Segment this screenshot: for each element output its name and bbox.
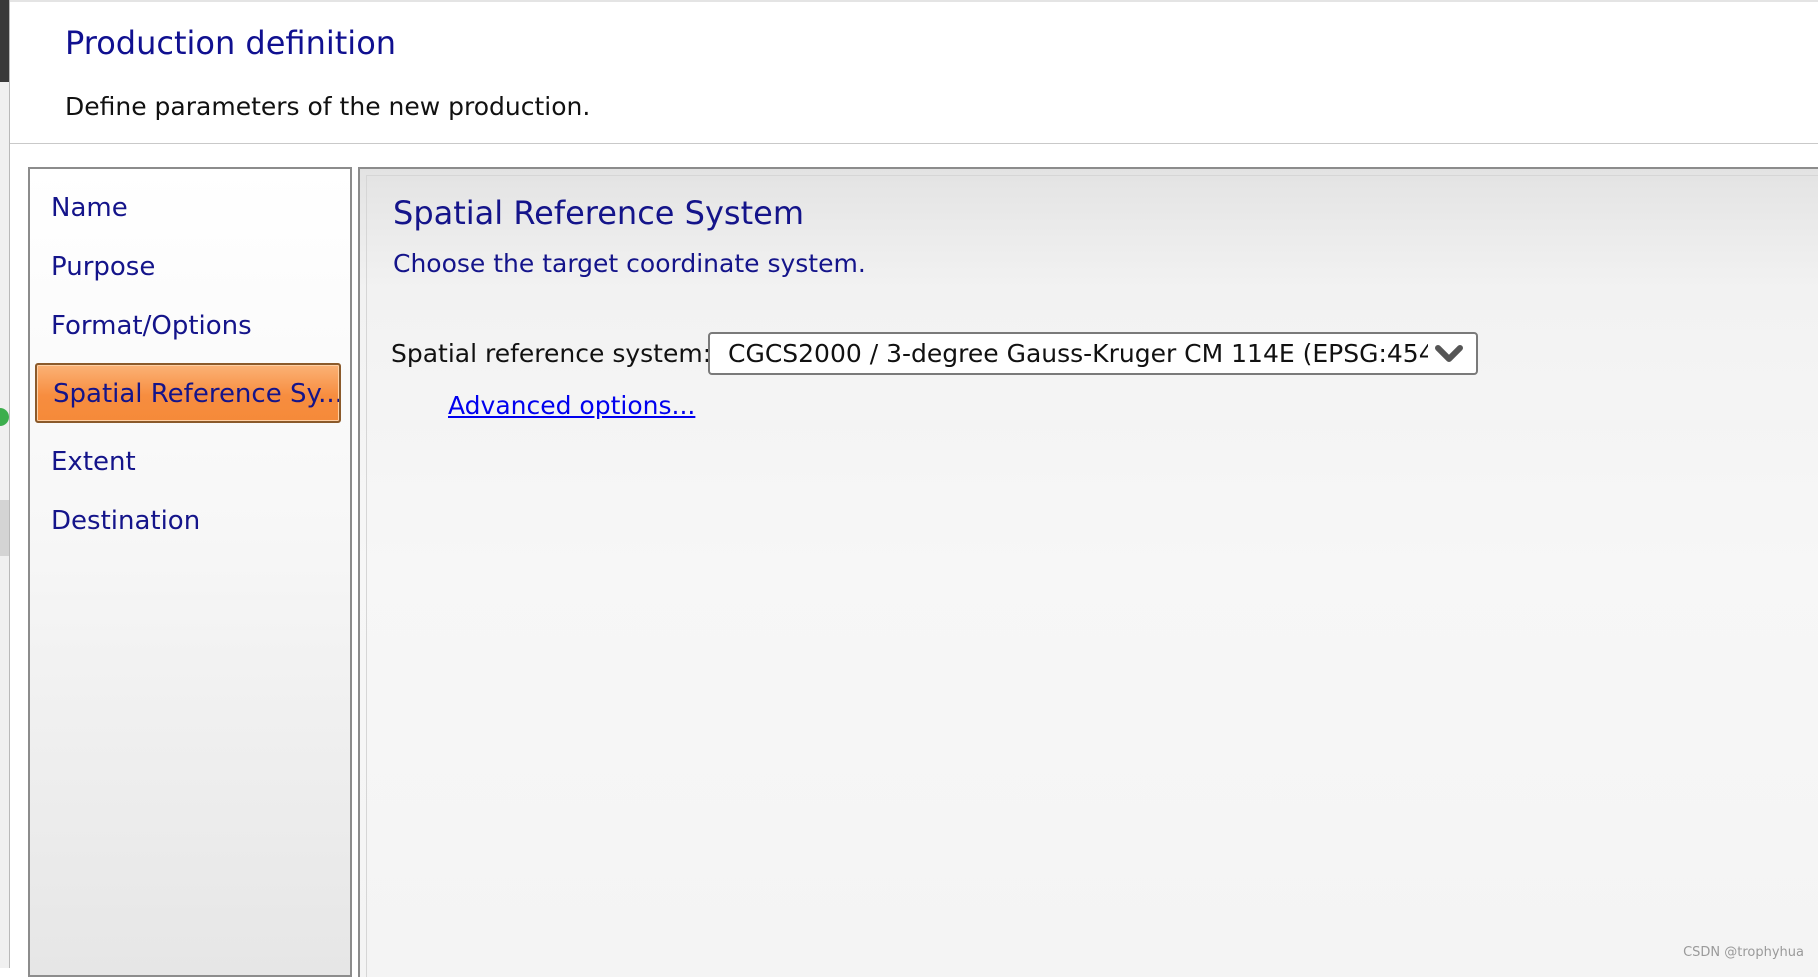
content-inner-frame — [366, 175, 1818, 977]
step-content-pane: Spatial Reference System Choose the targ… — [358, 167, 1818, 977]
srs-dropdown[interactable]: CGCS2000 / 3-degree Gauss-Kruger CM 114E… — [708, 332, 1478, 375]
step-name[interactable]: Name — [35, 179, 341, 239]
step-purpose[interactable]: Purpose — [35, 238, 341, 298]
chevron-down-icon[interactable] — [1434, 344, 1464, 364]
section-title: Spatial Reference System — [393, 194, 804, 232]
srs-label: Spatial reference system: — [391, 339, 712, 368]
step-destination[interactable]: Destination — [35, 492, 341, 552]
advanced-options-link[interactable]: Advanced options... — [448, 391, 695, 420]
background-window-titlebar — [0, 0, 9, 82]
dialog-header: Production definition Define parameters … — [10, 2, 1818, 144]
background-window-panel — [0, 500, 9, 556]
dialog-subtitle: Define parameters of the new production. — [65, 92, 591, 121]
production-wizard-dialog: Production definition Define parameters … — [10, 0, 1818, 977]
dialog-title: Production definition — [65, 24, 397, 62]
step-extent[interactable]: Extent — [35, 433, 341, 493]
step-spatial-reference-system[interactable]: Spatial Reference Sy... — [35, 363, 341, 423]
wizard-steps-nav: Name Purpose Format/Options Spatial Refe… — [28, 167, 352, 977]
background-window-edge — [0, 0, 10, 968]
section-subtitle: Choose the target coordinate system. — [393, 249, 866, 278]
step-format-options[interactable]: Format/Options — [35, 297, 341, 357]
background-status-icon — [0, 408, 9, 426]
watermark: CSDN @trophyhua — [1683, 945, 1804, 960]
srs-dropdown-value: CGCS2000 / 3-degree Gauss-Kruger CM 114E… — [728, 339, 1428, 368]
